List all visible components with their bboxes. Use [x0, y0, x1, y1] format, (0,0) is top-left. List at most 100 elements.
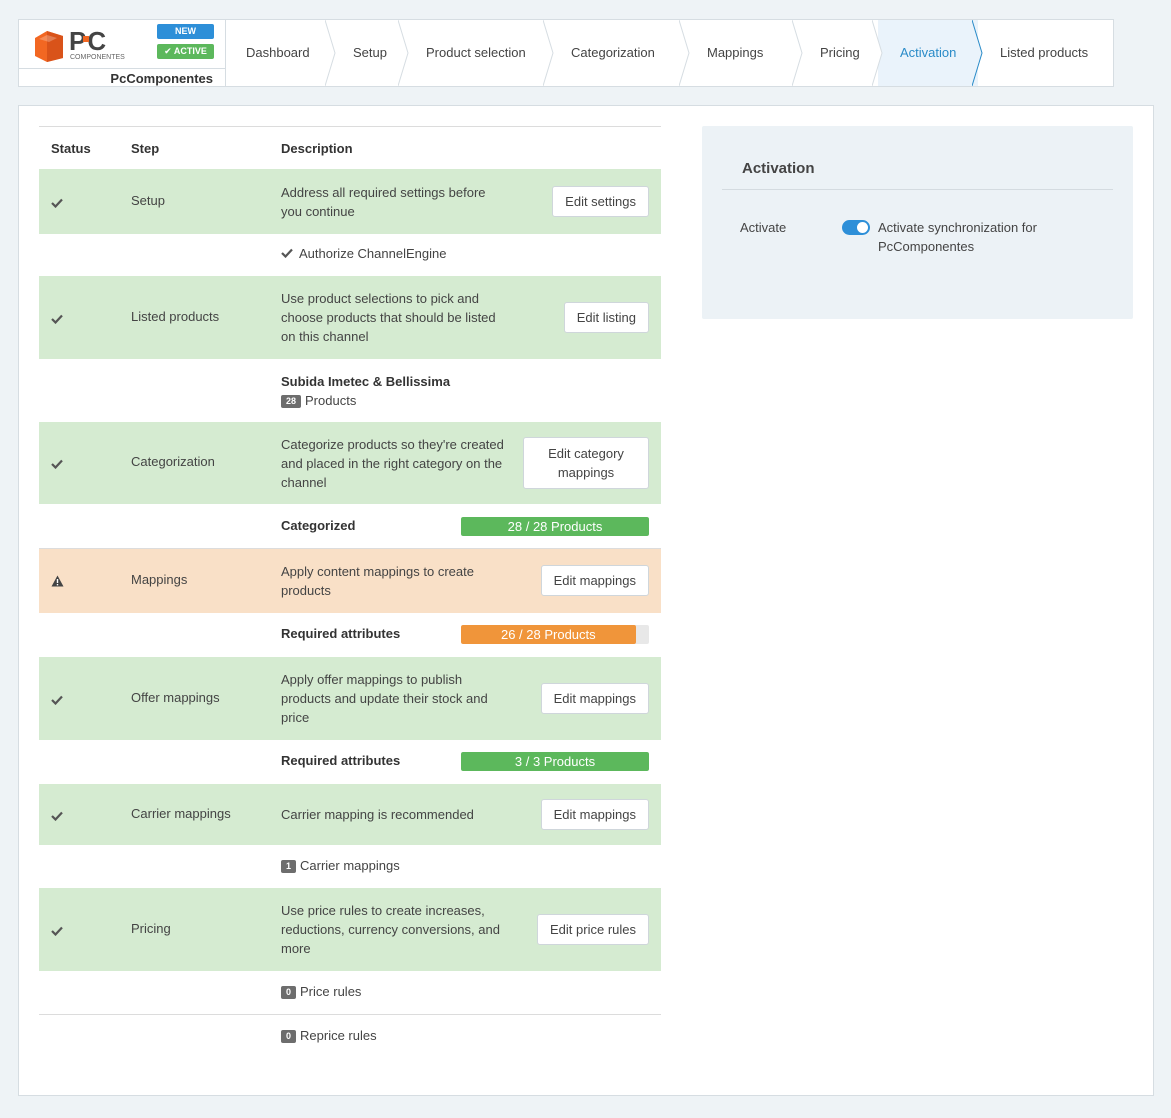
- count-item: 1 Carrier mappings: [281, 858, 400, 873]
- steps-table: Status Step Description Setup Address all…: [39, 126, 661, 1059]
- tab-dashboard[interactable]: Dashboard: [226, 20, 336, 86]
- warning-icon: [51, 575, 64, 590]
- count-item: 0 Reprice rules: [281, 1028, 377, 1043]
- check-icon: [51, 312, 63, 327]
- chevron-right-icon: [679, 20, 690, 86]
- table-row: Carrier mappings Carrier mapping is recom…: [39, 784, 661, 845]
- table-subrow: Categorized 28 / 28 Products: [39, 504, 661, 549]
- table-row: Pricing Use price rules to create increas…: [39, 888, 661, 971]
- count-badge: 1: [281, 859, 297, 873]
- tab-label: Product selection: [426, 45, 526, 60]
- check-icon: [51, 809, 63, 824]
- table-row: Offer mappings Apply offer mappings to pu…: [39, 657, 661, 740]
- progress-text: 28 / 28 Products: [507, 518, 603, 534]
- active-badge: ✔ ACTIVE: [157, 44, 214, 59]
- progress-label: Required attributes: [281, 753, 401, 768]
- check-icon: [51, 457, 63, 472]
- chevron-right-icon: [872, 20, 883, 86]
- chevron-right-icon: [543, 20, 554, 86]
- progress-text: 3 / 3 Products: [514, 754, 596, 769]
- progress-label: Required attributes: [281, 626, 401, 641]
- count-label: Products: [305, 392, 357, 408]
- step-description: Carrier mapping is recommended: [281, 807, 474, 822]
- tab-mappings[interactable]: Mappings: [685, 20, 803, 86]
- progress-label: Categorized: [281, 517, 356, 533]
- activate-toggle[interactable]: [842, 220, 870, 235]
- progress-text: 26 / 28 Products: [500, 627, 596, 642]
- top-navigation: PC COMPONENTES NEW ✔ ACTIVE PcComponente…: [18, 19, 1114, 89]
- count-label: Price rules: [300, 984, 362, 999]
- count-label: Reprice rules: [300, 1028, 377, 1043]
- main-panel: Status Step Description Setup Address all…: [18, 105, 1154, 1096]
- table-subrow: Required attributes 3 / 3 Products: [39, 740, 661, 784]
- progress-bar: 28 / 28 Products: [461, 516, 649, 536]
- table-subrow: Subida Imetec & Bellissima 28 Products: [39, 359, 661, 422]
- tab-setup[interactable]: Setup: [331, 20, 409, 86]
- step-description: Address all required settings before you…: [281, 184, 486, 219]
- sub-item-label: Authorize ChannelEngine: [299, 246, 447, 261]
- tab-categorization[interactable]: Categorization: [549, 20, 690, 86]
- edit-mappings-button[interactable]: Edit mappings: [540, 682, 649, 714]
- table-subrow: 0 Price rules: [39, 971, 661, 1015]
- chevron-right-icon: [972, 20, 983, 86]
- divider: [19, 68, 225, 69]
- check-icon: ✔: [164, 46, 174, 56]
- activate-toggle-label: Activate synchronization for PcComponent…: [878, 220, 1037, 254]
- step-description: Apply offer mappings to publish products…: [281, 672, 488, 725]
- step-name: Mappings: [131, 572, 188, 587]
- edit-price-rules-button[interactable]: Edit price rules: [537, 913, 649, 945]
- edit-mappings-button[interactable]: Edit mappings: [540, 798, 649, 830]
- chevron-right-icon: [325, 20, 336, 86]
- activate-label: Activate: [740, 220, 787, 235]
- svg-text:COMPONENTES: COMPONENTES: [70, 54, 125, 61]
- edit-listing-button[interactable]: Edit listing: [563, 301, 649, 333]
- step-description: Use price rules to create increases, red…: [281, 903, 500, 956]
- divider: [722, 189, 1113, 190]
- chevron-right-icon: [792, 20, 803, 86]
- table-row: Categorization Categorize products so the…: [39, 422, 661, 504]
- step-name: Setup: [131, 192, 165, 208]
- tab-label: Categorization: [571, 45, 655, 60]
- tab-label: Setup: [353, 45, 387, 60]
- edit-mappings-button[interactable]: Edit mappings: [540, 565, 649, 596]
- table-subrow: Required attributes 26 / 28 Products: [39, 613, 661, 657]
- column-header-status: Status: [51, 141, 91, 156]
- pccomponentes-logo: PC COMPONENTES: [35, 28, 125, 62]
- tab-label: Mappings: [707, 45, 764, 60]
- activation-title: Activation: [742, 160, 815, 177]
- product-selection-summary: Subida Imetec & Bellissima 28 Products: [281, 372, 450, 410]
- count-item: 0 Price rules: [281, 984, 361, 999]
- activation-card: Activation Activate Activate synchroniza…: [702, 126, 1133, 319]
- wizard-steps: Dashboard Setup Product selection Categoriz…: [226, 19, 1114, 87]
- tab-product-selection[interactable]: Product selection: [404, 20, 554, 86]
- chevron-right-icon: [398, 20, 409, 86]
- channel-card[interactable]: PC COMPONENTES NEW ✔ ACTIVE PcComponente…: [18, 19, 226, 87]
- sub-item: Authorize ChannelEngine: [281, 246, 446, 261]
- tab-activation[interactable]: Activation: [878, 20, 983, 86]
- table-row: Mappings Apply content mappings to create…: [39, 549, 661, 613]
- tab-label: Listed products: [1000, 45, 1089, 60]
- progress-bar: 26 / 28 Products: [461, 625, 649, 644]
- step-name: Categorization: [131, 454, 215, 469]
- check-icon: [281, 246, 293, 261]
- tab-label: Pricing: [820, 45, 860, 60]
- edit-category-mappings-button[interactable]: Edit category mappings: [523, 437, 649, 489]
- channel-name: PcComponentes: [110, 71, 213, 86]
- table-row: Setup Address all required settings befor…: [39, 169, 661, 234]
- count-label: Carrier mappings: [300, 857, 400, 873]
- step-name: Pricing: [131, 920, 171, 936]
- column-header-step: Step: [131, 141, 160, 156]
- count-badge: 0: [281, 1030, 297, 1043]
- check-icon: [51, 196, 63, 211]
- table-subrow: Authorize ChannelEngine: [39, 234, 661, 276]
- table-header: Status Step Description: [39, 127, 661, 169]
- step-name: Listed products: [131, 308, 220, 324]
- tab-listed-products[interactable]: Listed products: [978, 20, 1113, 86]
- step-description: Use product selections to pick and choos…: [281, 291, 496, 344]
- step-name: Offer mappings: [131, 689, 220, 705]
- step-description: Categorize products so they're created a…: [281, 436, 504, 490]
- edit-settings-button[interactable]: Edit settings: [552, 185, 649, 217]
- tab-pricing[interactable]: Pricing: [798, 20, 883, 86]
- step-description: Apply content mappings to create product…: [281, 564, 474, 598]
- table-subrow: 0 Reprice rules: [39, 1015, 661, 1059]
